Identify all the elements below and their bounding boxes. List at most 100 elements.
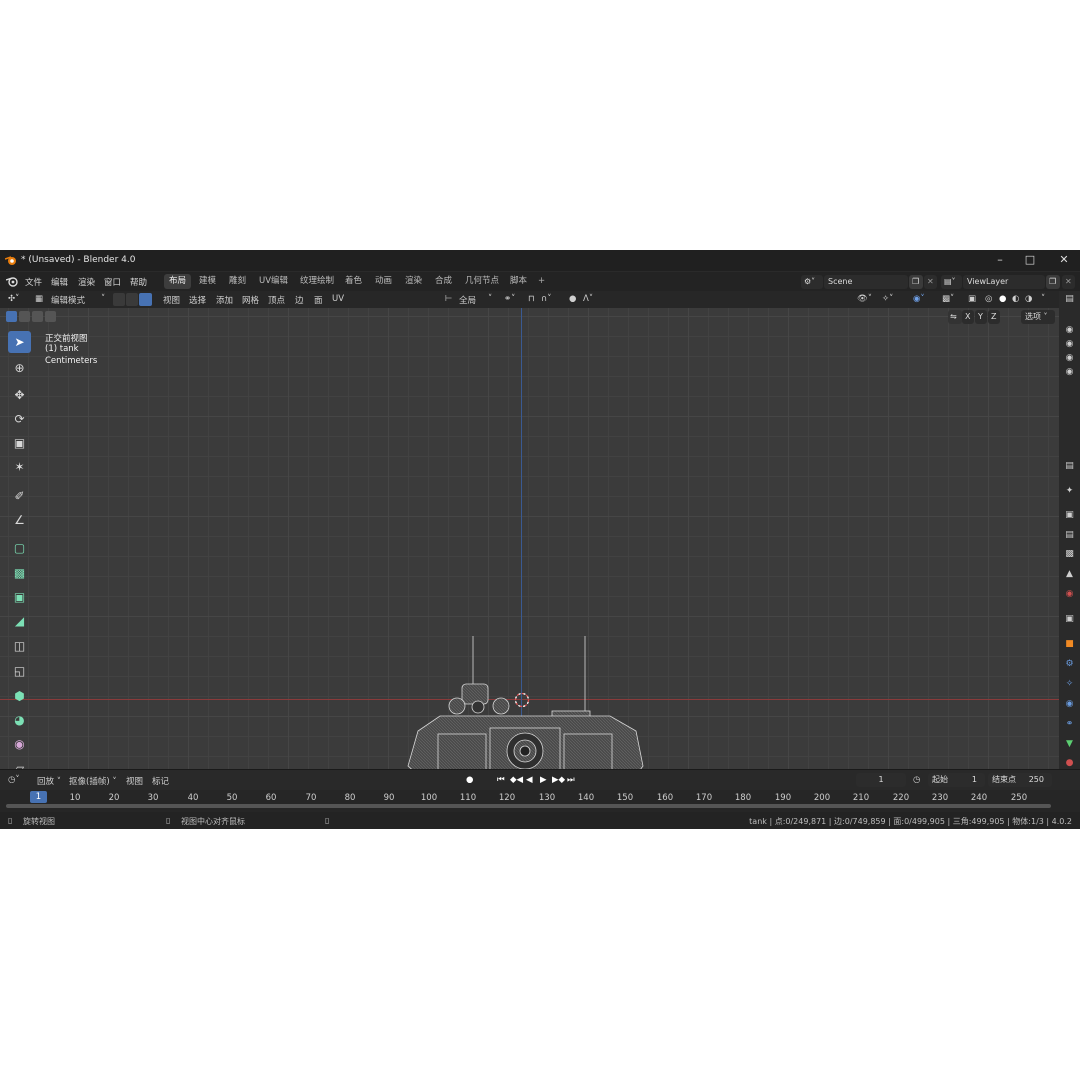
options-dropdown[interactable]: 选项 ˅ [1021,310,1055,324]
tab-geometry-nodes[interactable]: 几何节点 [460,274,504,289]
menu-timeline-view[interactable]: 视图 [126,775,143,787]
camera-icon[interactable]: ◉ [1064,325,1075,336]
solid-shading-icon[interactable]: ● [999,294,1006,304]
light-icon[interactable]: ◉ [1064,339,1075,350]
view-icon[interactable]: ◉ [1064,353,1075,364]
material-shading-icon[interactable]: ◐ [1012,294,1019,304]
menu-vertex[interactable]: 顶点 [268,294,285,306]
data-properties-icon[interactable]: ▼ [1064,739,1075,750]
jump-start-icon[interactable]: ⏮ [497,775,505,785]
next-keyframe-icon[interactable]: ▶◆ [552,775,565,785]
toggle-xray-icon[interactable]: ▣ [968,294,976,304]
vertex-select-button[interactable] [113,293,125,306]
scene-icon[interactable]: ⚙˅ [801,275,823,289]
minimize-button[interactable]: – [993,253,1007,267]
particles-properties-icon[interactable]: ✧ [1064,679,1075,690]
bevel-tool-icon[interactable]: ◢ [8,610,31,632]
playhead-frame[interactable]: 1 [30,791,47,803]
face-select-button[interactable] [139,293,152,306]
tab-compositing[interactable]: 合成 [430,274,457,289]
knife-tool-icon[interactable]: ◱ [8,660,31,682]
add-workspace-button[interactable]: + [533,274,550,289]
menu-window[interactable]: 窗口 [104,276,121,288]
current-frame-field[interactable]: 1 [856,773,906,787]
proportional-edit-icon[interactable]: ● [569,294,576,304]
tab-uv-editing[interactable]: UV编辑 [254,274,293,289]
play-icon[interactable]: ▶ [540,775,547,785]
tab-layout[interactable]: 布局 [164,274,192,289]
view-layer-icon[interactable]: ▤˅ [941,275,962,289]
menu-playback[interactable]: 回放 ˅ [37,775,61,787]
view-layer-properties-icon[interactable]: ▩ [1064,549,1075,560]
smooth-tool-icon[interactable]: ◉ [8,733,31,755]
new-scene-button[interactable]: ❐ [909,275,923,289]
modifier-properties-icon[interactable]: ⚙ [1064,659,1075,670]
render-properties-icon[interactable]: ▣ [1064,510,1075,521]
falloff-icon[interactable]: Λ˅ [583,294,593,304]
auto-key-icon[interactable]: ● [466,775,473,785]
end-frame-field[interactable]: 结束点 250 [988,773,1052,787]
orientation-dropdown[interactable]: 全局 [459,294,476,306]
world-properties-icon[interactable]: ◉ [1064,589,1075,600]
select-new-button[interactable] [6,311,17,322]
menu-marker[interactable]: 标记 [152,775,169,787]
spin-tool-icon[interactable]: ◕ [8,709,31,731]
close-button[interactable]: ✕ [1057,253,1071,267]
mode-dropdown[interactable]: 编辑模式 [51,294,85,306]
axis-z-toggle[interactable]: Z [988,310,1000,324]
xray-icon[interactable]: ▩˅ [942,294,954,304]
menu-select[interactable]: 选择 [189,294,206,306]
object-properties-icon[interactable]: ■ [1064,639,1075,650]
delete-scene-button[interactable]: ✕ [924,275,937,289]
scale-tool-icon[interactable]: ▣ [8,432,31,454]
select-box-tool-icon[interactable]: ➤ [8,331,31,353]
menu-render[interactable]: 渲染 [78,276,95,288]
prev-keyframe-icon[interactable]: ◆◀ [510,775,523,785]
shear-tool-icon[interactable]: ▱ [8,757,31,769]
constraints-properties-icon[interactable]: ⚭ [1064,719,1075,730]
inset-tool-icon[interactable]: ▣ [8,586,31,608]
shading-options-icon[interactable]: ˅ [1041,294,1045,304]
material-properties-icon[interactable]: ● [1064,758,1075,769]
tool-properties-icon[interactable]: ✦ [1064,486,1075,497]
cursor-tool-icon[interactable]: ⊕ [8,357,31,379]
timeline-scrollbar[interactable] [6,804,1051,808]
pivot-icon[interactable]: ⚭˅ [504,294,515,304]
snap-settings-icon[interactable]: ∩˅ [541,294,551,304]
editor-type-icon[interactable]: ✣˅ [8,294,19,304]
tank-model[interactable] [360,636,690,769]
delete-view-layer-button[interactable]: ✕ [1062,275,1075,289]
transform-tool-icon[interactable]: ✶ [8,456,31,478]
timeline-editor-icon[interactable]: ◷˅ [8,775,20,785]
axis-x-toggle[interactable]: X [962,310,974,324]
measure-tool-icon[interactable]: ∠ [8,509,31,531]
physics-properties-icon[interactable]: ◉ [1064,699,1075,710]
collection-properties-icon[interactable]: ▣ [1064,614,1075,625]
persp-icon[interactable]: ◉ [1064,367,1075,378]
blender-menu-icon[interactable] [6,276,18,287]
wireframe-shading-icon[interactable]: ◎ [985,294,992,304]
edge-select-button[interactable] [126,293,138,306]
menu-file[interactable]: 文件 [25,276,42,288]
extrude-tool-icon[interactable]: ▩ [8,562,31,584]
tab-texture-paint[interactable]: 纹理绘制 [295,274,339,289]
loop-cut-tool-icon[interactable]: ◫ [8,635,31,657]
gizmo-icon[interactable]: ✧˅ [882,294,893,304]
select-subtract-button[interactable] [32,311,43,322]
tab-shading[interactable]: 着色 [340,274,367,289]
rotate-tool-icon[interactable]: ⟳ [8,408,31,430]
outliner-icon[interactable]: ▤ [1064,294,1075,305]
tab-animation[interactable]: 动画 [370,274,397,289]
overlays-icon[interactable]: ◉˅ [913,294,925,304]
rendered-shading-icon[interactable]: ◑ [1025,294,1032,304]
annotate-tool-icon[interactable]: ✐ [8,485,31,507]
menu-keying[interactable]: 抠像(插帧) ˅ [69,775,117,787]
menu-add[interactable]: 添加 [216,294,233,306]
mirror-icon[interactable]: ⇋ [948,310,962,324]
scene-field[interactable]: Scene [824,275,908,289]
preview-range-icon[interactable]: ◷ [913,775,920,785]
view-layer-field[interactable]: ViewLayer [963,275,1045,289]
move-tool-icon[interactable]: ✥ [8,384,31,406]
play-reverse-icon[interactable]: ◀ [526,775,533,785]
menu-edge[interactable]: 边 [295,294,304,306]
